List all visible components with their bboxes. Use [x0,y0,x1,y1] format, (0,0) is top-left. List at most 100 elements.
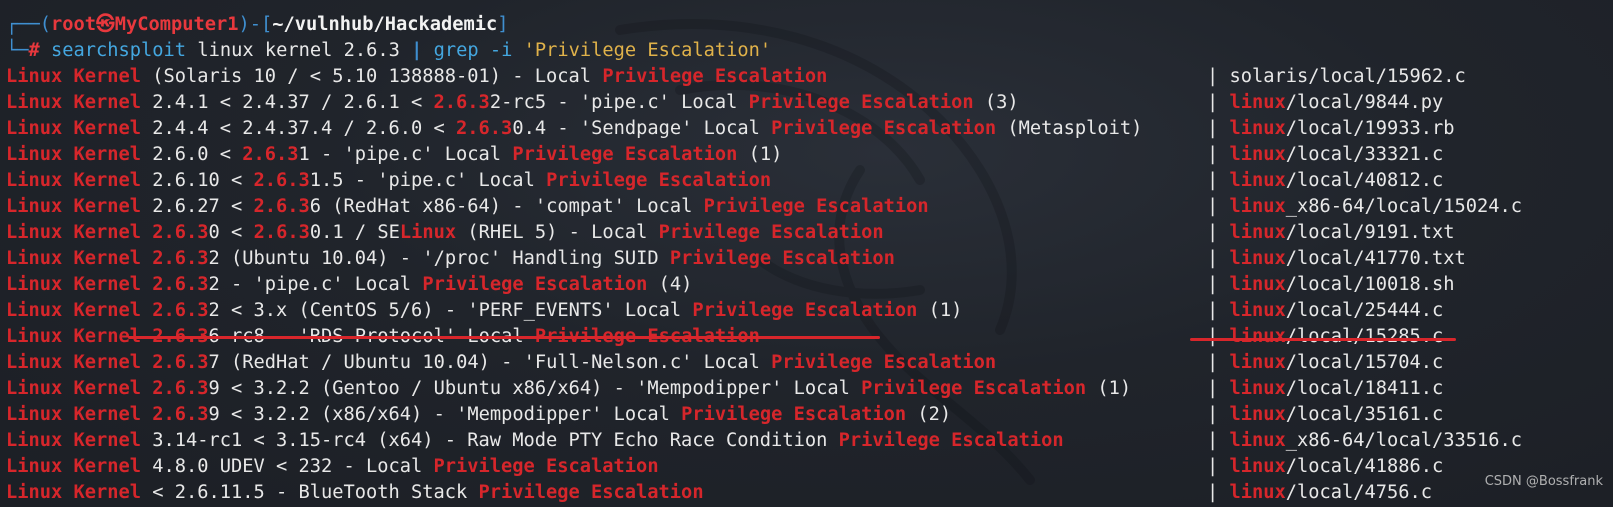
result-row: Linux Kernel 2.6.37 (RedHat / Ubuntu 10.… [6,350,1613,376]
match-highlight: linux [1229,274,1286,295]
title-text: 9 < 3.2.2 (Gentoo / Ubuntu x86/x64) - 'M… [208,378,862,399]
exploit-title: Linux Kernel < 2.6.11.5 - BlueTooth Stac… [6,482,704,503]
match-highlight: Privilege Escalation [681,404,907,425]
exploit-title: Linux Kernel 2.4.1 < 2.4.37 / 2.6.1 < 2.… [6,92,1019,113]
match-highlight: 2.6.3 [152,352,209,373]
path-text: | [1207,300,1230,321]
title-text: 0 < [208,222,254,243]
title-text: 2.6.0 < [141,144,243,165]
title-text [141,352,152,373]
grep-pattern: 'Privilege Escalation' [523,40,772,61]
match-highlight: Linux Kernel [6,456,142,477]
match-highlight: 2.6.3 [253,196,310,217]
match-highlight: linux [1229,222,1286,243]
title-text: 2.6.27 < [141,196,254,217]
exploit-title: Linux Kernel 3.14-rc1 < 3.15-rc4 (x64) -… [6,430,1064,451]
exploit-path: | linux/local/41886.c [1207,454,1443,480]
match-highlight: linux [1229,144,1286,165]
exploit-path: | linux_x86-64/local/15024.c [1207,194,1522,220]
exploit-path: | linux/local/4756.c [1207,480,1432,506]
prompt-sep-close: ] [497,14,509,35]
path-text: /local/4756.c [1285,482,1433,503]
path-text: | [1207,274,1230,295]
prompt-cwd: ~/vulnhub/Hackademic [272,14,498,35]
annotation-underline-path [1190,338,1456,341]
exploit-title: Linux Kernel 2.6.32 < 3.x (CentOS 5/6) -… [6,300,962,321]
title-text: 3.14-rc1 < 3.15-rc4 (x64) - Raw Mode PTY… [141,430,839,451]
match-highlight: Privilege Escalation [478,482,704,503]
path-text: /local/33321.c [1285,144,1444,165]
match-highlight: Privilege Escalation [692,300,918,321]
exploit-title: Linux Kernel 2.6.32 - 'pipe.c' Local Pri… [6,274,692,295]
title-text: (2) [906,404,952,425]
match-highlight: Linux Kernel [6,66,142,87]
match-highlight: Privilege Escalation [602,66,828,87]
terminal-window[interactable]: ┌──(root㉿MyComputer1)-[~/vulnhub/Hackade… [0,0,1613,507]
exploit-title: Linux Kernel 4.8.0 UDEV < 232 - Local Pr… [6,456,659,477]
match-highlight: Privilege Escalation [512,144,738,165]
title-text: 7 (RedHat / Ubuntu 10.04) - 'Full-Nelson… [208,352,772,373]
match-highlight: linux [1229,300,1286,321]
title-text: (4) [647,274,693,295]
match-highlight: Privilege Escalation [861,378,1087,399]
title-text [141,378,152,399]
match-highlight: linux [1229,352,1286,373]
title-text [141,248,152,269]
prompt-line-1: ┌──(root㉿MyComputer1)-[~/vulnhub/Hackade… [6,12,1613,38]
title-text: 2.6.10 < [141,170,254,191]
path-text: | [1207,352,1230,373]
match-highlight: Linux Kernel [6,196,142,217]
title-text: 2 - 'pipe.c' Local [208,274,423,295]
title-text: 9 < 3.2.2 (x86/x64) - 'Mempodipper' Loca… [208,404,682,425]
match-highlight: Privilege Escalation [422,274,648,295]
command-args: linux kernel 2.6.3 [186,40,412,61]
title-text: (1) [1086,378,1132,399]
title-text: 4.8.0 UDEV < 232 - Local [141,456,434,477]
match-highlight: 2.6.3 [433,92,490,113]
exploit-path: | linux/local/10018.sh [1207,272,1455,298]
prompt-corner-bottom: └─ [6,40,29,61]
title-text: 2 (Ubuntu 10.04) - '/proc' Handling SUID [208,248,670,269]
title-text [141,222,152,243]
result-row: Linux Kernel 4.8.0 UDEV < 232 - Local Pr… [6,454,1613,480]
path-text: | [1207,222,1230,243]
title-text [141,274,152,295]
match-highlight: linux [1229,378,1286,399]
path-text: | [1207,118,1230,139]
path-text: | [1207,378,1230,399]
match-highlight: linux [1229,430,1286,451]
path-text: /local/35161.c [1285,404,1444,425]
exploit-path: | linux/local/40812.c [1207,168,1443,194]
result-row: Linux Kernel 3.14-rc1 < 3.15-rc4 (x64) -… [6,428,1613,454]
result-row: Linux Kernel 2.6.32 (Ubuntu 10.04) - '/p… [6,246,1613,272]
path-text: /local/41886.c [1285,456,1444,477]
title-text: 2.4.4 < 2.4.37.4 / 2.6.0 < [141,118,457,139]
result-row: Linux Kernel 2.6.32 - 'pipe.c' Local Pri… [6,272,1613,298]
path-text: | [1207,430,1230,451]
exploit-path: | linux/local/18411.c [1207,376,1443,402]
path-text: | [1207,456,1230,477]
match-highlight: Linux Kernel [6,248,142,269]
match-highlight: Linux Kernel [6,144,142,165]
match-highlight: 2.6.3 [152,300,209,321]
match-highlight: Linux Kernel [6,222,142,243]
title-text: 1 - 'pipe.c' Local [298,144,513,165]
path-text: /local/9191.txt [1285,222,1455,243]
exploit-path: | linux/local/9844.py [1207,90,1443,116]
match-highlight: Privilege Escalation [771,352,997,373]
match-highlight: 2.6.3 [152,378,209,399]
title-text: (Solaris 10 / < 5.10 138888-01) - Local [141,66,603,87]
title-text: (RHEL 5) - Local [456,222,659,243]
title-text: 6 (RedHat x86-64) - 'compat' Local [309,196,704,217]
exploit-title: Linux Kernel 2.6.27 < 2.6.36 (RedHat x86… [6,196,929,217]
match-highlight: 2.6.3 [253,170,310,191]
match-highlight: Linux Kernel [6,430,142,451]
exploit-path: | linux/local/41770.txt [1207,246,1466,272]
path-text: | [1207,170,1230,191]
match-highlight: linux [1229,170,1286,191]
exploit-path: | linux/local/25444.c [1207,298,1443,324]
path-text: _x86-64/local/33516.c [1285,430,1523,451]
match-highlight: linux [1229,326,1286,347]
result-row: Linux Kernel 2.6.39 < 3.2.2 (x86/x64) - … [6,402,1613,428]
prompt-sep-open: )-[ [238,14,273,35]
